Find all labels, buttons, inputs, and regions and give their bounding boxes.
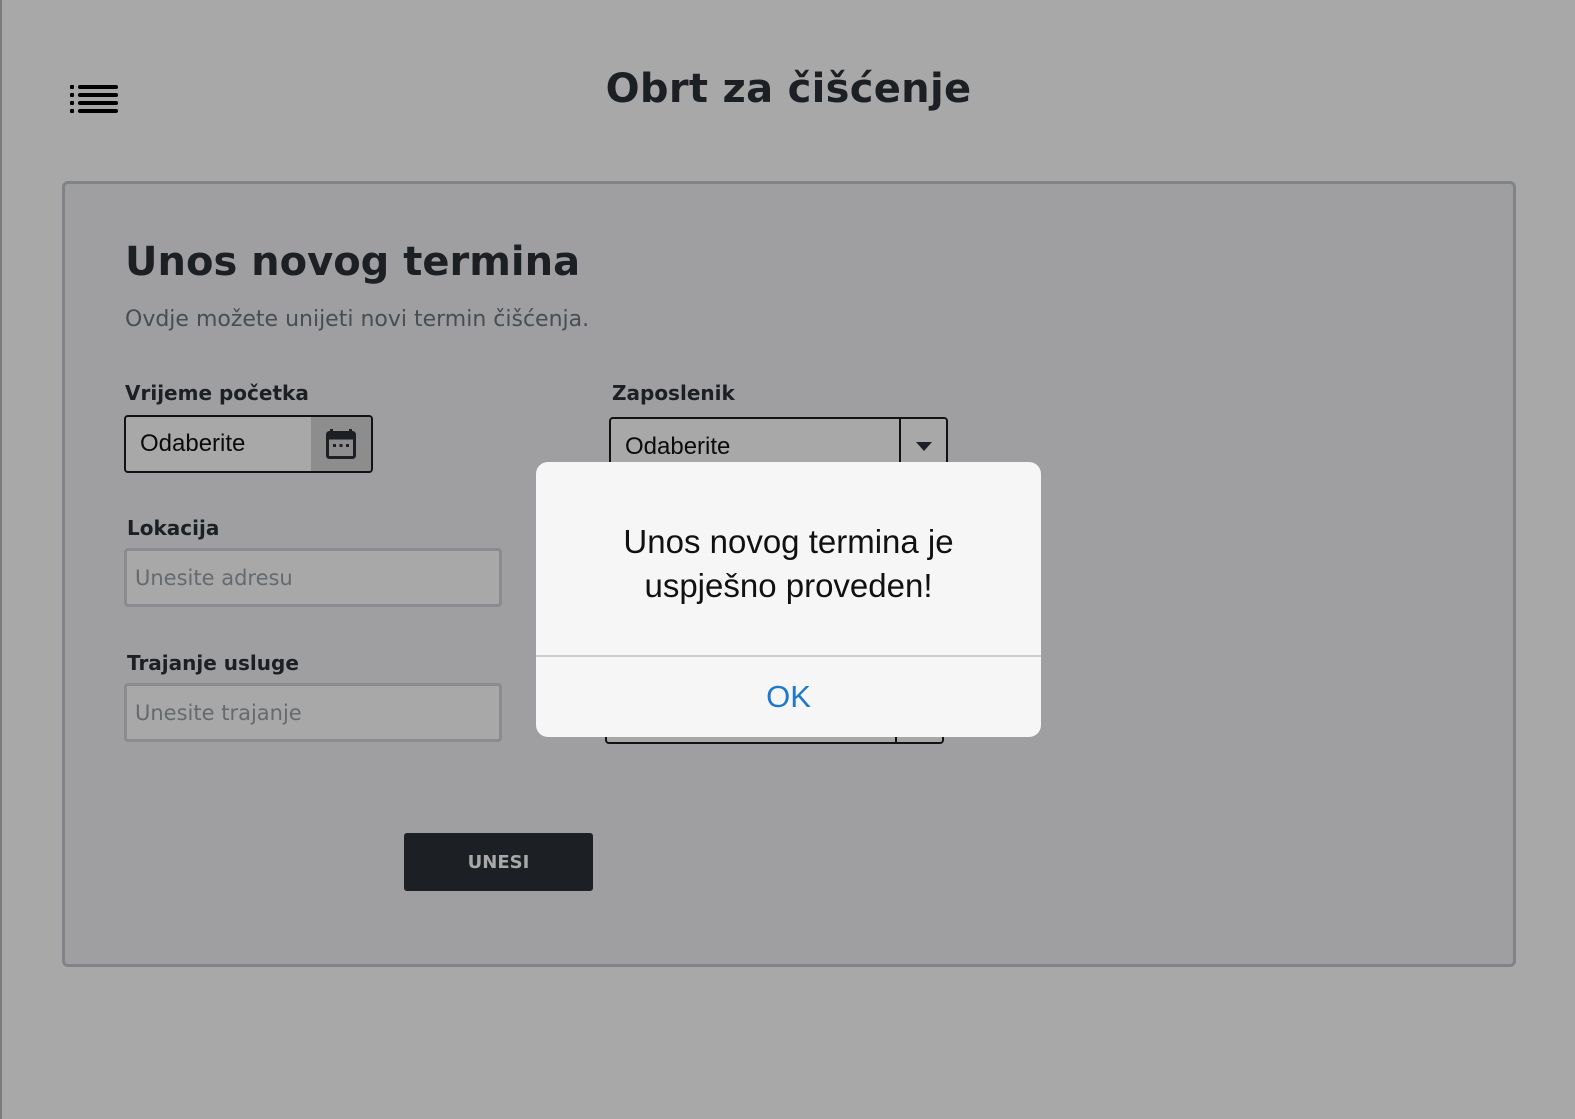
ok-button[interactable]: OK: [536, 657, 1041, 737]
dialog-message: Unos novog termina je uspješno proveden!: [623, 523, 954, 604]
alert-dialog: Unos novog termina je uspješno proveden!…: [536, 462, 1041, 737]
